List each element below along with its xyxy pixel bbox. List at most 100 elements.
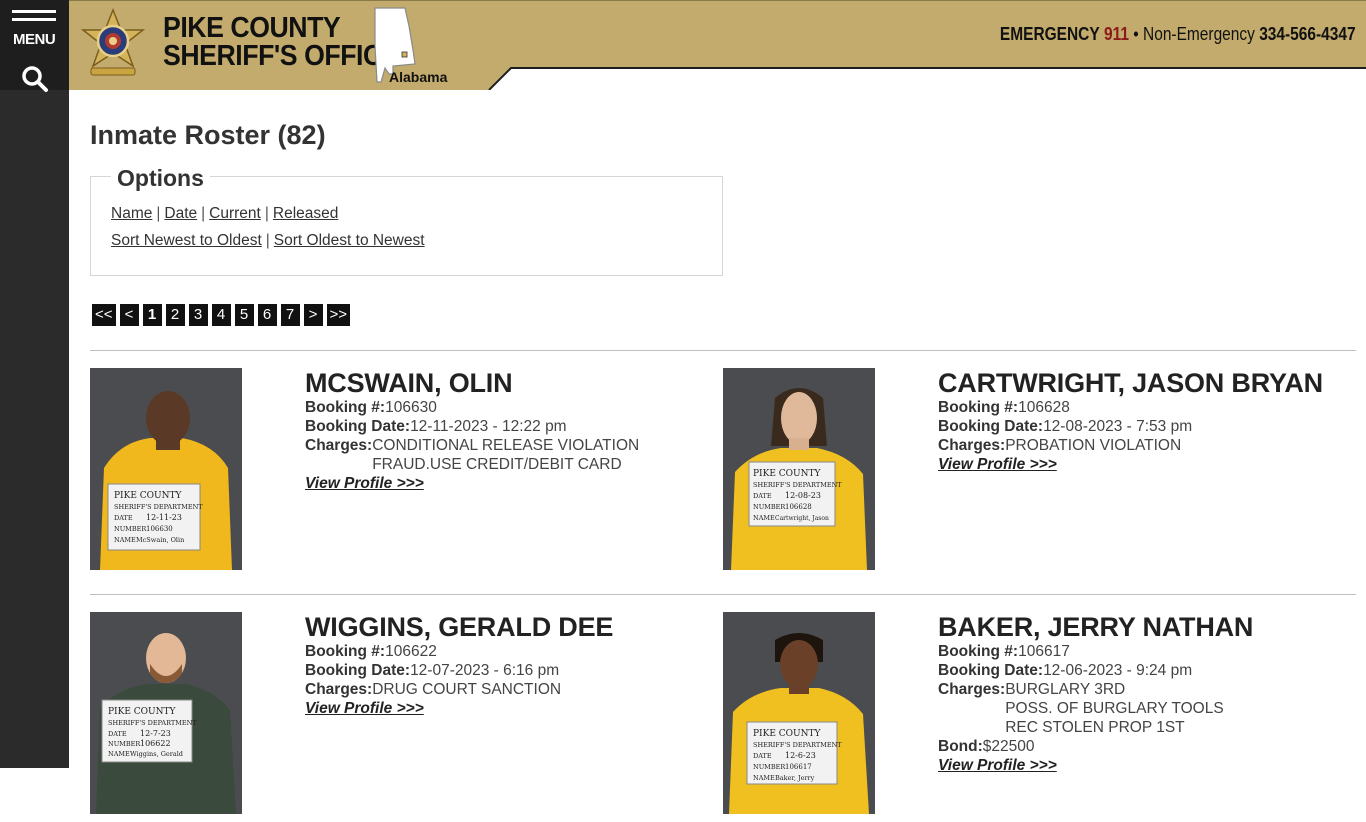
inmate-photo[interactable]: PIKE COUNTY SHERIFF'S DEPARTMENT DATE 12…: [723, 612, 875, 814]
placard-dept: SHERIFF'S DEPARTMENT: [753, 741, 842, 749]
emergency-number[interactable]: 911: [1104, 24, 1129, 44]
placard-number-label: NUMBER: [114, 525, 147, 533]
placard-title: PIKE COUNTY: [114, 491, 182, 501]
booking-number: 106622: [385, 643, 437, 660]
placard-dept: SHERIFF'S DEPARTMENT: [108, 719, 197, 727]
placard-number-label: NUMBER: [108, 740, 141, 748]
pager-page-2[interactable]: 2: [165, 304, 185, 326]
charge: POSS. OF BURGLARY TOOLS: [1005, 700, 1224, 717]
options-legend: Options: [111, 165, 210, 192]
view-profile-link[interactable]: View Profile >>>: [938, 455, 1057, 474]
placard-date: 12-11-23: [146, 513, 182, 522]
placard-date: 12-08-23: [785, 491, 821, 500]
inmate-photo[interactable]: PIKE COUNTY SHERIFF'S DEPARTMENT DATE 12…: [90, 612, 242, 814]
placard-dept: SHERIFF'S DEPARTMENT: [114, 503, 203, 511]
placard-number: 106630: [146, 525, 173, 533]
filter-date-link[interactable]: Date: [164, 205, 197, 222]
divider: [90, 350, 1356, 351]
view-profile-link[interactable]: View Profile >>>: [938, 756, 1057, 775]
pager-page-5[interactable]: 5: [234, 304, 254, 326]
left-rail: MENU: [0, 0, 69, 768]
inmate-info: MCSWAIN, OLIN Booking #: 106630 Booking D…: [305, 368, 715, 493]
pager-prev[interactable]: <: [119, 304, 139, 326]
placard-date-label: DATE: [114, 514, 133, 522]
pager-first[interactable]: <<: [92, 304, 116, 326]
inmate-card: PIKE COUNTY SHERIFF'S DEPARTMENT DATE 12…: [723, 368, 1356, 578]
booking-number-label: Booking #:: [305, 643, 386, 660]
charge: REC STOLEN PROP 1ST: [1005, 719, 1185, 736]
inmate-name: BAKER, JERRY NATHAN: [938, 612, 1254, 642]
placard-number: 106628: [785, 503, 812, 511]
placard-number: 106617: [785, 763, 812, 771]
mugshot-image: PIKE COUNTY SHERIFF'S DEPARTMENT DATE 12…: [90, 368, 242, 570]
placard-dept: SHERIFF'S DEPARTMENT: [753, 481, 842, 489]
charge: FRAUD.USE CREDIT/DEBIT CARD: [372, 456, 622, 473]
inmate-info: WIGGINS, GERALD DEE Booking #: 106622 Boo…: [305, 612, 715, 718]
menu-button[interactable]: MENU: [12, 10, 58, 50]
sort-oldest-link[interactable]: Sort Oldest to Newest: [274, 232, 425, 249]
placard-date-label: DATE: [108, 730, 127, 738]
inmate-info: BAKER, JERRY NATHAN Booking #: 106617 Boo…: [938, 612, 1348, 775]
pager-next[interactable]: >: [303, 304, 323, 326]
placard-title: PIKE COUNTY: [108, 707, 176, 717]
inmate-card: PIKE COUNTY SHERIFF'S DEPARTMENT DATE 12…: [90, 368, 723, 578]
nonemergency-label: Non-Emergency: [1143, 24, 1256, 44]
state-label: Alabama: [389, 69, 448, 85]
placard-name-label: NAME: [108, 750, 130, 758]
site-header: PIKE COUNTY SHERIFF'S OFFICE Alabama EME…: [69, 0, 1366, 90]
pager-page-1[interactable]: 1: [142, 304, 162, 326]
inmate-name: CARTWRIGHT, JASON BRYAN: [938, 368, 1323, 398]
inmate-name: WIGGINS, GERALD DEE: [305, 612, 614, 642]
booking-date: 12-07-2023 - 6:16 pm: [410, 662, 560, 679]
org-name-line1: PIKE COUNTY: [163, 12, 341, 44]
booking-date-label: Booking Date:: [305, 662, 411, 679]
page-title: Inmate Roster (82): [90, 120, 326, 150]
sort-newest-link[interactable]: Sort Newest to Oldest: [111, 232, 262, 249]
hamburger-icon: [12, 10, 56, 13]
pager-page-6[interactable]: 6: [257, 304, 277, 326]
search-button[interactable]: [20, 64, 50, 94]
filter-links: Name | Date | Current | Released: [111, 205, 339, 222]
placard-date: 12-6-23: [785, 751, 816, 760]
inmate-card: PIKE COUNTY SHERIFF'S DEPARTMENT DATE 12…: [90, 612, 723, 822]
divider: [90, 594, 1356, 595]
booking-date: 12-06-2023 - 9:24 pm: [1043, 662, 1193, 679]
pager-last[interactable]: >>: [326, 304, 351, 326]
placard-name: McSwain, Olin: [136, 536, 184, 544]
inmate-photo[interactable]: PIKE COUNTY SHERIFF'S DEPARTMENT DATE 12…: [90, 368, 242, 570]
pager-page-4[interactable]: 4: [211, 304, 231, 326]
bond-amount: $22500: [982, 738, 1035, 755]
filter-name-link[interactable]: Name: [111, 205, 152, 222]
charges-label: Charges:: [938, 681, 1006, 698]
nonemergency-number[interactable]: 334-566-4347: [1260, 24, 1356, 44]
booking-number-label: Booking #:: [305, 399, 386, 416]
placard-title: PIKE COUNTY: [753, 729, 821, 739]
filter-released-link[interactable]: Released: [273, 205, 339, 222]
charge: DRUG COURT SANCTION: [372, 681, 562, 698]
sheriff-badge-logo[interactable]: [77, 8, 149, 80]
pager-page-3[interactable]: 3: [188, 304, 208, 326]
placard-name-label: NAME: [753, 514, 775, 522]
inmate-photo[interactable]: PIKE COUNTY SHERIFF'S DEPARTMENT DATE 12…: [723, 368, 875, 570]
placard-number: 106622: [140, 739, 171, 748]
menu-label: MENU: [13, 31, 56, 48]
inmate-info: CARTWRIGHT, JASON BRYAN Booking #: 106628…: [938, 368, 1348, 474]
placard-name-label: NAME: [114, 536, 136, 544]
booking-number-label: Booking #:: [938, 643, 1019, 660]
booking-date: 12-11-2023 - 12:22 pm: [410, 418, 567, 435]
placard-date-label: DATE: [753, 492, 772, 500]
charge: PROBATION VIOLATION: [1005, 437, 1182, 454]
bond-label: Bond:: [938, 738, 983, 755]
mugshot-image: PIKE COUNTY SHERIFF'S DEPARTMENT DATE 12…: [723, 368, 875, 570]
search-icon: [22, 66, 48, 92]
org-name-line2: SHERIFF'S OFFICE: [163, 40, 400, 72]
view-profile-link[interactable]: View Profile >>>: [305, 699, 424, 718]
org-name[interactable]: PIKE COUNTY SHERIFF'S OFFICE: [163, 12, 400, 72]
emergency-label: EMERGENCY: [1000, 24, 1101, 44]
pager-page-7[interactable]: 7: [280, 304, 300, 326]
placard-name: Wiggins, Gerald: [130, 750, 183, 758]
placard-date-label: DATE: [753, 752, 772, 760]
view-profile-link[interactable]: View Profile >>>: [305, 474, 424, 493]
mugshot-image: PIKE COUNTY SHERIFF'S DEPARTMENT DATE 12…: [723, 612, 875, 814]
filter-current-link[interactable]: Current: [209, 205, 261, 222]
